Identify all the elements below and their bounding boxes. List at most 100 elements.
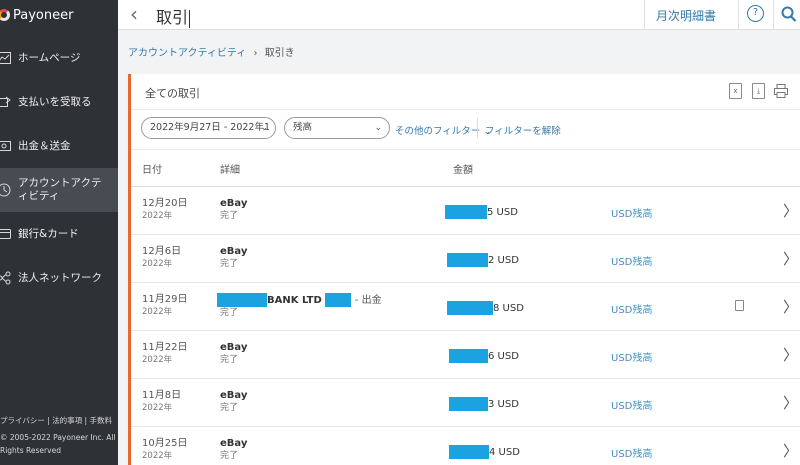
card-title: 全ての取引	[145, 87, 200, 100]
row-date-year: 2022年	[142, 355, 173, 365]
table-row[interactable]: 12月20日 2022年 eBay 完了 5 USD USD残高 〉	[131, 187, 800, 235]
sidebar-item-label: アカウントアクティビティ	[18, 177, 102, 202]
row-amount-text: 5 USD	[487, 207, 518, 218]
top-bar: ‹ 取引 月次明細書 ?	[118, 0, 800, 30]
row-detail: eBay 完了	[220, 389, 247, 415]
date-range-value: 2022年9月27日 - 2022年1	[150, 122, 270, 133]
row-amount: 2 USD	[447, 253, 519, 267]
print-icon[interactable]	[773, 83, 789, 102]
row-date: 12月6日 2022年	[142, 245, 181, 271]
network-icon	[0, 270, 12, 286]
column-header-detail: 詳細	[220, 165, 240, 176]
chevron-left-icon[interactable]: ‹	[130, 3, 138, 25]
breadcrumb-current: 取引き	[264, 48, 295, 59]
breadcrumb-parent-link[interactable]: アカウントアクティビティ	[128, 48, 246, 59]
row-detail: eBay 完了	[220, 437, 247, 463]
footer-links[interactable]: プライバシー | 法的事項 | 手数料	[0, 414, 118, 427]
row-counterparty-name: BANK LTD	[267, 295, 322, 306]
payoneer-logo-icon	[0, 9, 10, 21]
sidebar-item-withdraw-transfer[interactable]: 出金＆送金	[0, 124, 118, 168]
sidebar-item-label: 銀行&カード	[18, 227, 79, 240]
search-icon[interactable]	[781, 5, 797, 23]
row-amount-text: 3 USD	[488, 399, 519, 410]
row-counterparty: eBay	[220, 390, 248, 401]
sidebar-item-bank-card[interactable]: 銀行&カード	[0, 212, 118, 256]
row-date-year: 2022年	[142, 403, 173, 413]
topbar-divider	[773, 0, 774, 30]
balance-select[interactable]: 残高 ⌄	[284, 117, 390, 139]
row-date-year: 2022年	[142, 307, 173, 317]
table-row[interactable]: 12月6日 2022年 eBay 完了 2 USD USD残高 〉	[131, 235, 800, 283]
row-detail: eBay 完了	[220, 341, 247, 367]
redaction-box	[447, 253, 488, 267]
redaction-box	[447, 301, 493, 315]
row-counterparty: eBay	[220, 246, 248, 257]
row-amount: 5 USD	[445, 205, 518, 219]
column-header-amount: 金額	[453, 165, 473, 176]
card-header: 全ての取引 x ⤓	[131, 74, 800, 110]
chevron-right-icon[interactable]: 〉	[783, 392, 798, 413]
chevron-right-icon[interactable]: 〉	[783, 200, 798, 221]
row-detail: eBay 完了	[220, 197, 247, 223]
redaction-box	[449, 397, 488, 411]
sidebar-item-label: 法人ネットワーク	[18, 271, 102, 284]
column-header-date: 日付	[142, 165, 162, 176]
sidebar: Payoneer ホームページ 支払いを受取る 出金＆送金 アカウントアクティビ…	[0, 0, 118, 465]
sidebar-item-home[interactable]: ホームページ	[0, 36, 118, 80]
brand-logo[interactable]: Payoneer	[0, 0, 118, 30]
redaction-box	[217, 293, 267, 307]
sidebar-item-corporate-network[interactable]: 法人ネットワーク	[0, 256, 118, 300]
row-date-year: 2022年	[142, 211, 173, 221]
row-balance: USD残高	[611, 449, 653, 460]
receive-payment-icon	[0, 94, 12, 110]
table-row[interactable]: 11月8日 2022年 eBay 完了 3 USD USD残高 〉	[131, 379, 800, 427]
date-range-select[interactable]: 2022年9月27日 - 2022年1 ⌄	[141, 117, 276, 139]
help-icon[interactable]: ?	[747, 5, 764, 22]
row-status: 完了	[220, 308, 239, 318]
redaction-box	[449, 445, 489, 459]
row-status: 完了	[220, 355, 239, 365]
chevron-right-icon[interactable]: 〉	[783, 296, 798, 317]
row-date-day: 11月29日	[142, 294, 188, 305]
chevron-right-icon[interactable]: 〉	[783, 344, 798, 365]
sidebar-item-account-activity[interactable]: アカウントアクティビティ	[0, 168, 118, 212]
table-row[interactable]: 11月22日 2022年 eBay 完了 6 USD USD残高 〉	[131, 331, 800, 379]
sidebar-nav: ホームページ 支払いを受取る 出金＆送金 アカウントアクティビティ 銀行&カード	[0, 36, 118, 300]
sidebar-item-label: ホームページ	[18, 51, 81, 64]
excel-export-icon[interactable]: x	[729, 83, 742, 99]
row-balance: USD残高	[611, 305, 653, 316]
redaction-box	[325, 293, 352, 307]
row-amount: 8 USD	[447, 301, 524, 315]
row-counterparty-suffix: - 出金	[354, 295, 382, 306]
activity-icon	[0, 182, 12, 198]
row-balance: USD残高	[611, 257, 653, 268]
row-detail: BANK LTD - 出金 完了	[217, 293, 382, 320]
table-header: 日付 詳細 金額	[131, 150, 800, 187]
topbar-divider	[738, 0, 739, 30]
redaction-box	[445, 205, 487, 219]
row-date: 11月29日 2022年	[142, 293, 187, 319]
breadcrumb: アカウントアクティビティ › 取引き	[128, 44, 295, 59]
filter-bar: 2022年9月27日 - 2022年1 ⌄ 残高 ⌄ その他のフィルター ⌄ フ…	[131, 110, 800, 150]
chevron-right-icon[interactable]: 〉	[783, 440, 798, 461]
clear-filters-link[interactable]: フィルターを解除	[485, 123, 561, 137]
sidebar-item-receive-payments[interactable]: 支払いを受取る	[0, 80, 118, 124]
row-counterparty: BANK LTD - 出金	[217, 293, 382, 307]
row-date: 10月25日 2022年	[142, 437, 187, 463]
table-row[interactable]: 10月25日 2022年 eBay 完了 4 USD USD残高 〉	[131, 427, 800, 465]
line-chart-icon	[0, 50, 12, 66]
filter-divider	[477, 118, 478, 138]
page-title-text: 取引	[156, 8, 189, 27]
balance-value: 残高	[293, 122, 313, 133]
document-icon[interactable]	[735, 300, 744, 311]
row-status: 完了	[220, 403, 239, 413]
row-status: 完了	[220, 451, 239, 461]
row-date-day: 11月22日	[142, 342, 188, 353]
table-row[interactable]: 11月29日 2022年 BANK LTD - 出金 完了 8 USD USD残…	[131, 283, 800, 331]
row-date: 11月8日 2022年	[142, 389, 181, 415]
row-amount: 6 USD	[449, 349, 519, 363]
row-date-day: 12月20日	[142, 198, 188, 209]
chevron-right-icon[interactable]: 〉	[783, 248, 798, 269]
monthly-statement-link[interactable]: 月次明細書	[656, 7, 716, 24]
pdf-export-icon[interactable]: ⤓	[752, 83, 765, 99]
